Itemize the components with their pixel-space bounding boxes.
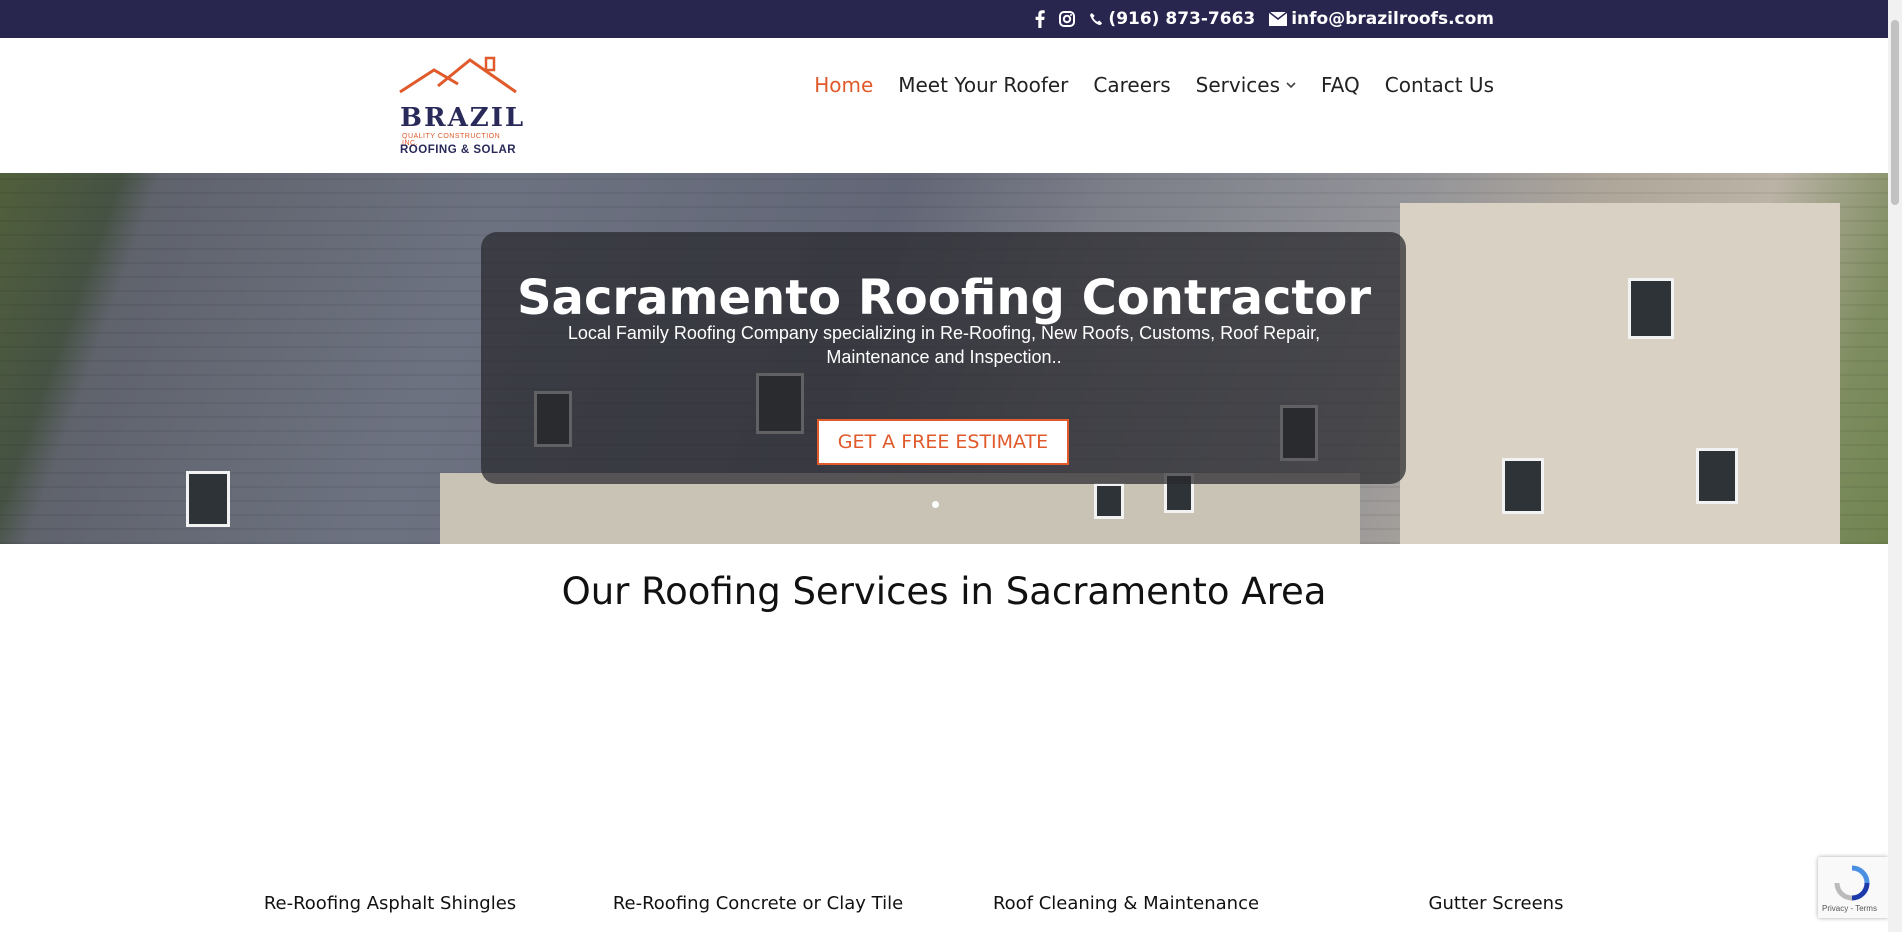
service-item-roof-cleaning[interactable]: Roof Cleaning & Maintenance [976, 893, 1276, 914]
nav-faq[interactable]: FAQ [1321, 73, 1360, 97]
hero-title: Sacramento Roofing Contractor [516, 270, 1371, 326]
phone-icon [1090, 12, 1103, 25]
page-scrollbar[interactable] [1888, 0, 1902, 932]
main-nav: Home Meet Your Roofer Careers Services F… [814, 73, 1494, 97]
hero-tagline: Local Family Roofing Company specializin… [567, 323, 1321, 367]
hero-window [1094, 483, 1124, 519]
nav-careers-label: Careers [1093, 73, 1171, 97]
nav-services-label: Services [1195, 73, 1281, 97]
envelope-icon [1269, 12, 1288, 26]
nav-home-label: Home [814, 73, 874, 97]
get-free-estimate-button[interactable]: GET A FREE ESTIMATE [817, 419, 1069, 465]
top-contact-bar: (916) 873-7663 info@brazilroofs.com [0, 0, 1888, 38]
hero-house-wall [1400, 203, 1840, 544]
service-item-gutter-screens[interactable]: Gutter Screens [1346, 893, 1646, 914]
nav-meet-your-roofer-label: Meet Your Roofer [898, 73, 1069, 97]
logo-brand: BRAZIL [400, 103, 526, 133]
brazil-logo[interactable]: BRAZIL QUALITY CONSTRUCTION INC. ROOFING… [398, 56, 523, 156]
hero-slider: Sacramento Roofing Contractor Local Fami… [0, 173, 1888, 544]
hero-window [1502, 458, 1544, 514]
nav-contact-us-label: Contact Us [1384, 73, 1494, 97]
nav-faq-label: FAQ [1321, 73, 1360, 97]
recaptcha-icon [1834, 865, 1870, 901]
email-link[interactable]: info@brazilroofs.com [1269, 9, 1494, 29]
top-contact-links: (916) 873-7663 info@brazilroofs.com [1035, 0, 1494, 38]
nav-meet-your-roofer[interactable]: Meet Your Roofer [898, 73, 1068, 97]
service-item-asphalt-shingles[interactable]: Re-Roofing Asphalt Shingles [240, 893, 540, 914]
logo-tagline: ROOFING & SOLAR [400, 144, 517, 156]
services-section-title: Our Roofing Services in Sacramento Area [561, 570, 1327, 613]
facebook-icon[interactable] [1035, 10, 1046, 28]
nav-careers[interactable]: Careers [1093, 73, 1170, 97]
scrollbar-thumb[interactable] [1891, 20, 1899, 205]
nav-home[interactable]: Home [814, 73, 873, 97]
house-roof-logo-icon [399, 56, 517, 94]
nav-services[interactable]: Services [1196, 73, 1296, 97]
phone-number: (916) 873-7663 [1108, 9, 1256, 29]
recaptcha-badge[interactable]: Privacy - Terms [1818, 857, 1888, 918]
site-header: BRAZIL QUALITY CONSTRUCTION INC. ROOFING… [0, 38, 1888, 174]
phone-link[interactable]: (916) 873-7663 [1089, 9, 1255, 29]
service-item-concrete-clay-tile[interactable]: Re-Roofing Concrete or Clay Tile [608, 893, 908, 914]
chevron-down-icon [1286, 81, 1296, 88]
slider-dot-active[interactable] [932, 501, 939, 508]
hero-window [1696, 448, 1738, 504]
recaptcha-privacy-terms[interactable]: Privacy - Terms [1822, 904, 1877, 913]
instagram-icon[interactable] [1059, 11, 1076, 27]
email-address: info@brazilroofs.com [1291, 9, 1494, 29]
nav-contact-us[interactable]: Contact Us [1385, 73, 1494, 97]
hero-window [186, 471, 230, 527]
